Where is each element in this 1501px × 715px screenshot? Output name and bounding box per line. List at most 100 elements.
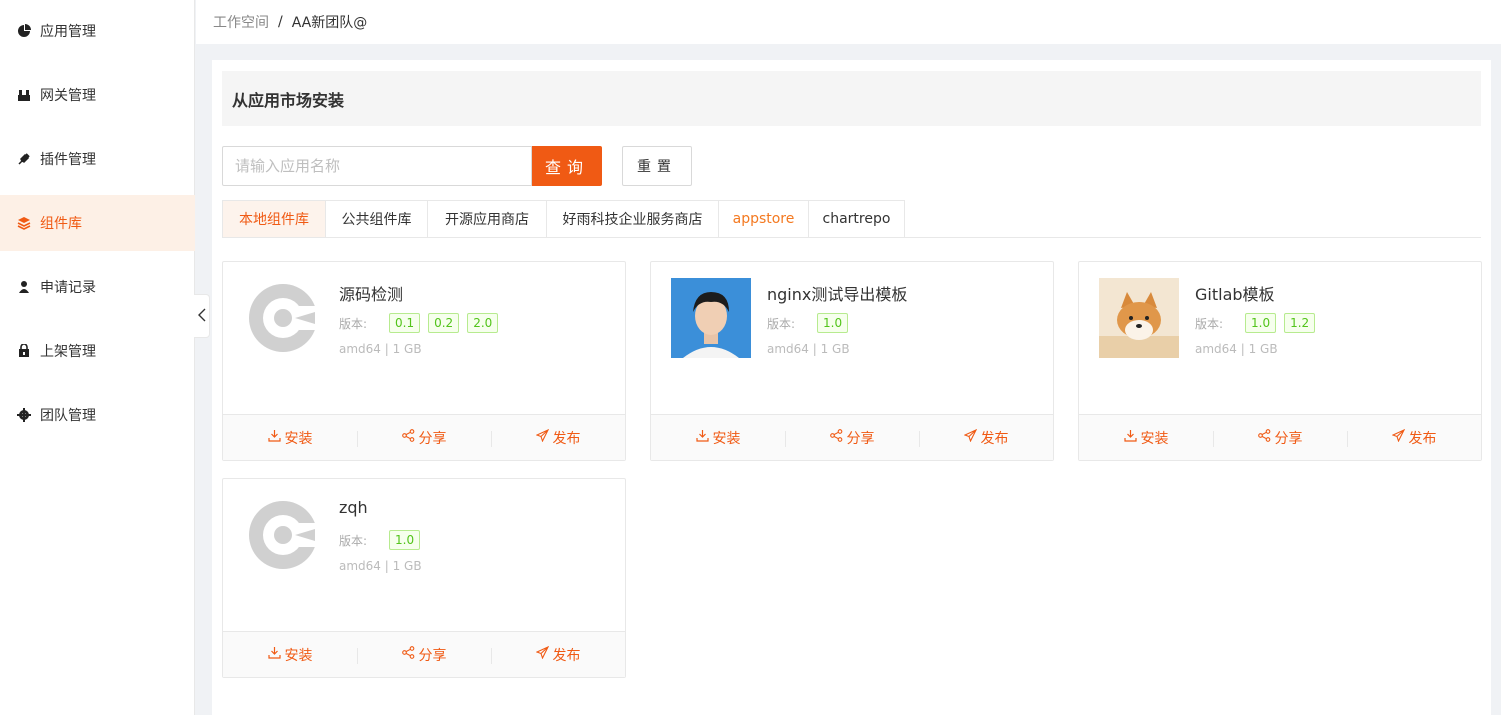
install-label: 安装: [284, 430, 313, 447]
publish-button[interactable]: 发布: [1347, 428, 1481, 448]
breadcrumb-workspace[interactable]: 工作空间: [213, 12, 269, 32]
send-icon: [535, 645, 549, 663]
publish-button[interactable]: 发布: [491, 645, 625, 665]
app-meta: amd64 | 1 GB: [339, 342, 422, 356]
store-tabs: 本地组件库 公共组件库 开源应用商店 好雨科技企业服务商店 appstore c…: [222, 200, 1481, 238]
gateway-icon: [17, 88, 31, 102]
sidebar-item-plugin-management[interactable]: 插件管理: [0, 131, 195, 187]
default-app-logo-icon: [243, 495, 323, 575]
sidebar-item-label: 网关管理: [40, 88, 96, 104]
sidebar-item-label: 应用管理: [40, 24, 96, 40]
user-icon: [17, 280, 31, 294]
install-label: 安装: [1140, 430, 1169, 447]
portrait-photo-image: [671, 278, 751, 358]
version-tag: 2.0: [467, 313, 499, 333]
app-meta: amd64 | 1 GB: [767, 342, 850, 356]
sidebar-item-label: 组件库: [40, 216, 82, 232]
install-button[interactable]: 安装: [223, 428, 357, 448]
gear-icon: [17, 408, 31, 422]
sidebar-item-listing-management[interactable]: 上架管理: [0, 323, 195, 379]
sidebar-item-gateway-management[interactable]: 网关管理: [0, 67, 195, 123]
app-card: 源码检测 版本: 0.1 0.2 2.0 amd64 | 1 GB 安装 分享 …: [222, 261, 626, 461]
sidebar-collapse-toggle[interactable]: [194, 294, 210, 338]
page-title: 从应用市场安装: [222, 71, 1481, 126]
version-tag: 1.0: [389, 530, 421, 550]
tab-open-source-store[interactable]: 开源应用商店: [428, 200, 547, 238]
install-button[interactable]: 安装: [1079, 428, 1213, 448]
share-icon: [401, 646, 415, 663]
share-button[interactable]: 分享: [357, 428, 491, 448]
sidebar-item-app-management[interactable]: 应用管理: [0, 3, 195, 59]
publish-label: 发布: [552, 430, 581, 447]
install-button[interactable]: 安装: [651, 428, 785, 448]
publish-label: 发布: [1408, 430, 1437, 447]
share-button[interactable]: 分享: [357, 645, 491, 665]
default-app-logo-icon: [243, 278, 323, 358]
download-icon: [695, 429, 709, 446]
share-icon: [1257, 429, 1271, 446]
send-icon: [1391, 428, 1405, 446]
app-card: nginx测试导出模板 版本: 1.0 amd64 | 1 GB 安装 分享 发…: [650, 261, 1054, 461]
version-label: 版本:: [339, 534, 368, 548]
download-icon: [1123, 429, 1137, 446]
tab-goodrain-enterprise-store[interactable]: 好雨科技企业服务商店: [547, 200, 719, 238]
share-button[interactable]: 分享: [785, 428, 919, 448]
breadcrumb-separator: /: [278, 14, 283, 30]
shiba-dog-photo-image: [1099, 278, 1179, 358]
layers-icon: [17, 216, 31, 230]
main-panel: 从应用市场安装 查询 重置 本地组件库 公共组件库 开源应用商店 好雨科技企业服…: [212, 60, 1491, 715]
share-label: 分享: [418, 430, 447, 447]
sidebar-item-label: 申请记录: [40, 280, 96, 296]
share-label: 分享: [418, 647, 447, 664]
send-icon: [963, 428, 977, 446]
tab-public-components[interactable]: 公共组件库: [326, 200, 428, 238]
chevron-left-icon: [197, 307, 206, 326]
install-button[interactable]: 安装: [223, 645, 357, 665]
version-label: 版本:: [1195, 317, 1224, 331]
app-name[interactable]: nginx测试导出模板: [767, 281, 907, 305]
app-card: Gitlab模板 版本: 1.0 1.2 amd64 | 1 GB 安装 分享 …: [1078, 261, 1482, 461]
publish-button[interactable]: 发布: [919, 428, 1053, 448]
app-search-input[interactable]: [222, 146, 532, 186]
share-icon: [401, 429, 415, 446]
sidebar-item-component-library[interactable]: 组件库: [0, 195, 195, 251]
publish-label: 发布: [552, 647, 581, 664]
reset-button[interactable]: 重置: [622, 146, 692, 186]
send-icon: [535, 428, 549, 446]
app-meta: amd64 | 1 GB: [1195, 342, 1278, 356]
sidebar-item-team-management[interactable]: 团队管理: [0, 387, 195, 443]
tab-local-components[interactable]: 本地组件库: [222, 200, 326, 238]
sidebar-item-label: 插件管理: [40, 152, 96, 168]
share-label: 分享: [846, 430, 875, 447]
share-button[interactable]: 分享: [1213, 428, 1347, 448]
publish-label: 发布: [980, 430, 1009, 447]
breadcrumb: 工作空间 / AA新团队@: [196, 0, 1501, 44]
share-label: 分享: [1274, 430, 1303, 447]
version-label: 版本:: [767, 317, 796, 331]
app-name[interactable]: zqh: [339, 498, 368, 517]
version-tag: 0.2: [428, 313, 460, 333]
publish-button[interactable]: 发布: [491, 428, 625, 448]
app-meta: amd64 | 1 GB: [339, 559, 422, 573]
app-name[interactable]: Gitlab模板: [1195, 281, 1275, 305]
install-label: 安装: [712, 430, 741, 447]
sidebar-item-label: 团队管理: [40, 408, 96, 424]
pie-chart-icon: [17, 24, 31, 38]
sidebar-item-application-records[interactable]: 申请记录: [0, 259, 195, 315]
download-icon: [267, 646, 281, 663]
lock-bag-icon: [17, 344, 31, 358]
tab-appstore[interactable]: appstore: [719, 200, 809, 238]
app-name[interactable]: 源码检测: [339, 281, 403, 305]
sidebar: 应用管理 网关管理 插件管理 组件库 申请记录 上架管理 团队管理: [0, 0, 195, 715]
share-icon: [829, 429, 843, 446]
plugin-icon: [17, 152, 31, 166]
version-tag: 0.1: [389, 313, 421, 333]
breadcrumb-team: AA新团队@: [291, 15, 368, 31]
version-tag: 1.2: [1284, 313, 1316, 333]
install-label: 安装: [284, 647, 313, 664]
download-icon: [267, 429, 281, 446]
tab-chartrepo[interactable]: chartrepo: [809, 200, 905, 238]
query-button[interactable]: 查询: [532, 146, 602, 186]
version-tag: 1.0: [817, 313, 849, 333]
sidebar-item-label: 上架管理: [40, 344, 96, 360]
